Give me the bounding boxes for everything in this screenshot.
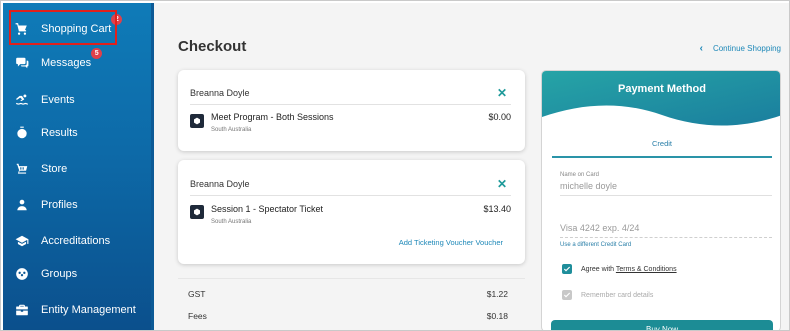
sidebar-item-label: Accreditations [41, 235, 111, 247]
payment-title: Payment Method [617, 83, 706, 95]
app-frame: Shopping Cart 2 Messages 5 Events Results … [0, 0, 790, 331]
item-price: $13.40 [483, 204, 511, 214]
checkmark-icon [563, 292, 571, 298]
saved-card-field[interactable]: Visa 4242 exp. 4/24 [560, 223, 639, 233]
remove-item-close-icon[interactable]: ✕ [497, 86, 507, 100]
cart-icon [15, 22, 29, 36]
person-icon [15, 198, 29, 212]
agree-terms-checkbox[interactable] [562, 264, 572, 274]
name-on-card-field[interactable]: michelle doyle [560, 181, 617, 191]
tab-indicator [552, 156, 772, 158]
sidebar: Shopping Cart 2 Messages 5 Events Results … [3, 3, 151, 330]
sidebar-item-label: Store [41, 163, 68, 175]
sidebar-item-results[interactable]: Results [3, 116, 151, 150]
remember-card-label: Remember card details [581, 291, 654, 299]
remove-item-close-icon[interactable]: ✕ [497, 177, 507, 191]
item-name: Meet Program - Both Sessions [211, 112, 334, 122]
use-different-card-link[interactable]: Use a different Credit Card [560, 242, 631, 248]
agree-terms-row: Agree with Terms & Conditions [562, 264, 677, 274]
payment-method-panel: Payment Method Credit Name on Card miche… [541, 70, 781, 330]
divider [190, 104, 511, 105]
sidebar-item-messages[interactable]: Messages 5 [3, 46, 151, 80]
checkout-main: Checkout ‹ Continue Shopping Breanna Doy… [154, 3, 789, 330]
payment-header: Payment Method [542, 71, 780, 133]
chevron-left-icon: ‹ [699, 43, 703, 54]
basket-icon [15, 162, 29, 176]
total-amount: $0.18 [486, 311, 508, 321]
sidebar-item-entity-management[interactable]: Entity Management [3, 293, 151, 327]
sidebar-item-accreditations[interactable]: Accreditations [3, 224, 151, 258]
total-label: Fees [188, 311, 207, 321]
total-row-fees: Fees $0.18 [188, 311, 508, 321]
remember-card-row: Remember card details [562, 290, 653, 300]
agree-terms-label: Agree with Terms & Conditions [581, 266, 677, 273]
attendee-name: Breanna Doyle [190, 179, 250, 189]
field-underline [560, 195, 772, 196]
item-region: South Australia [211, 219, 252, 225]
checkmark-icon [563, 266, 571, 272]
item-region: South Australia [211, 127, 252, 133]
sidebar-item-groups[interactable]: Groups [3, 257, 151, 291]
sidebar-item-label: Groups [41, 268, 78, 280]
cart-item-card: Breanna Doyle ✕ Session 1 - Spectator Ti… [178, 160, 525, 264]
divider [178, 278, 525, 279]
sidebar-item-label: Events [41, 94, 75, 106]
continue-shopping-link[interactable]: ‹ Continue Shopping [700, 43, 781, 54]
sidebar-item-profiles[interactable]: Profiles [3, 188, 151, 222]
item-name: Session 1 - Spectator Ticket [211, 204, 324, 214]
cart-item-card: Breanna Doyle ✕ Meet Program - Both Sess… [178, 70, 525, 151]
cart-count-badge: 2 [111, 14, 123, 25]
sidebar-item-label: Entity Management [41, 304, 136, 316]
name-on-card-label: Name on Card [560, 172, 600, 178]
terms-link[interactable]: Terms & Conditions [616, 266, 677, 273]
item-price: $0.00 [488, 112, 511, 122]
product-icon [190, 114, 204, 128]
payment-header-wave [542, 71, 780, 126]
sidebar-item-store[interactable]: Store [3, 152, 151, 186]
field-underline [560, 237, 772, 238]
sidebar-item-shopping-cart[interactable]: Shopping Cart 2 [3, 12, 151, 46]
sidebar-item-label: Profiles [41, 199, 78, 211]
total-amount: $1.22 [486, 289, 508, 299]
chat-icon [15, 56, 29, 70]
remember-card-checkbox[interactable] [562, 290, 572, 300]
product-icon [190, 205, 204, 219]
page-title: Checkout [178, 38, 247, 55]
stopwatch-icon [15, 126, 29, 140]
sidebar-item-label: Shopping Cart [41, 23, 112, 35]
groups-icon [15, 267, 29, 281]
buy-now-button[interactable]: Buy Now [551, 320, 773, 330]
sidebar-item-events[interactable]: Events [3, 83, 151, 117]
messages-count-badge: 5 [91, 48, 103, 59]
total-row-gst: GST $1.22 [188, 289, 508, 299]
add-voucher-link[interactable]: Add Ticketing Voucher Voucher [399, 238, 503, 247]
briefcase-icon [15, 303, 29, 317]
swimmer-icon [15, 93, 29, 107]
agree-prefix: Agree with [581, 265, 616, 273]
divider [190, 195, 511, 196]
sidebar-item-label: Messages [41, 57, 92, 69]
continue-shopping-label: Continue Shopping [712, 44, 781, 53]
total-label: GST [188, 289, 206, 299]
attendee-name: Breanna Doyle [190, 88, 250, 98]
sidebar-item-label: Results [41, 127, 78, 139]
graduation-cap-icon [15, 234, 29, 248]
